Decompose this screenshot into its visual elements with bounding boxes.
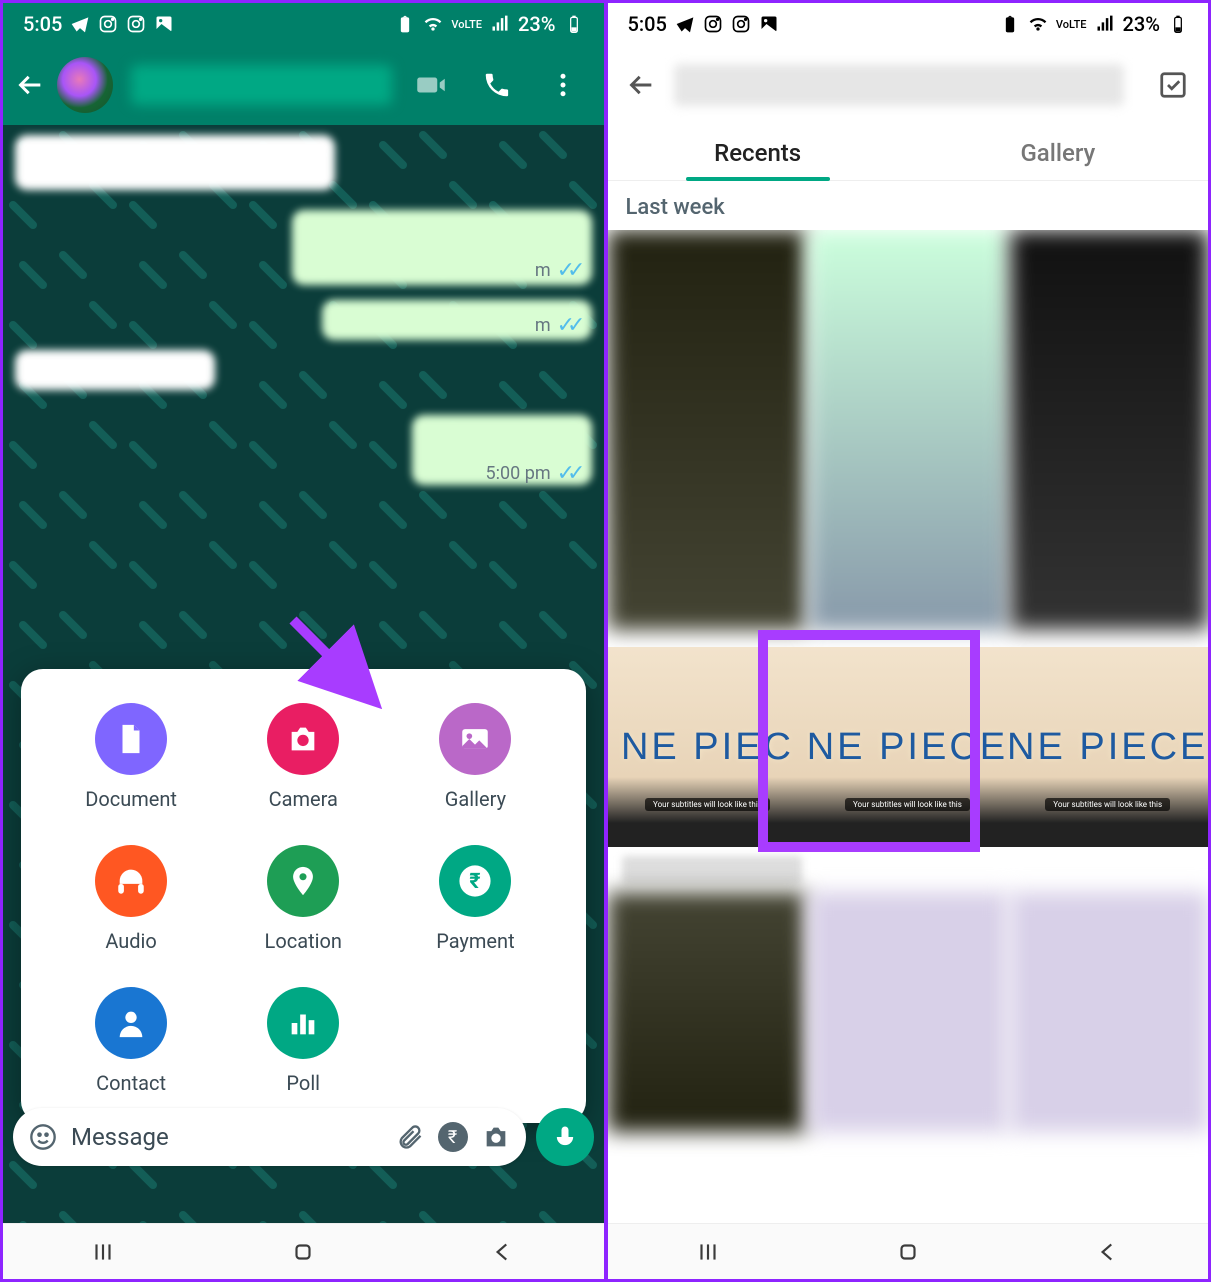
document-icon [114,722,148,756]
gallery-thumb[interactable] [809,892,1007,1132]
location-pin-icon [286,864,320,898]
section-label-last-week: Last week [608,181,1209,230]
volte-label: VoLTE [451,19,482,30]
picker-title-blurred [674,64,1125,106]
attach-camera[interactable]: Camera [217,703,389,811]
gallery-thumb[interactable] [809,230,1007,630]
attachment-sheet: Document Camera Gallery Audio Location [21,669,586,1123]
phone-screenshot-chat: 5:05 VoLTE 23% m✓✓ m✓✓ 5:00 pm✓✓ [0,0,606,1282]
more-icon[interactable] [548,70,578,100]
gallery-grid[interactable]: NE PIEC Your subtitles will look like th… [608,230,1209,1223]
attach-payment[interactable]: ₹ Payment [389,845,561,953]
battery-icon [564,14,584,34]
signal-icon [1095,14,1115,34]
video-call-icon[interactable] [416,70,446,100]
contact-icon [114,1006,148,1040]
picker-tabs: Recents Gallery [608,125,1209,181]
image-icon [154,14,174,34]
battery-icon [1168,14,1188,34]
tab-recents[interactable]: Recents [608,125,908,180]
status-time: 5:05 [628,12,667,36]
message-meta: 5:00 pm✓✓ [486,461,578,486]
message-meta: m✓✓ [535,258,578,283]
image-icon [759,14,779,34]
emoji-icon[interactable] [29,1123,57,1151]
nav-back-icon[interactable] [1095,1239,1121,1265]
instagram-icon [98,14,118,34]
back-icon[interactable] [628,71,656,99]
attach-poll[interactable]: Poll [217,987,389,1095]
rupee-icon[interactable]: ₹ [438,1122,468,1152]
message-placeholder: Message [71,1123,382,1151]
attach-document[interactable]: Document [45,703,217,811]
telegram-icon [675,14,695,34]
tab-gallery[interactable]: Gallery [908,125,1208,180]
section-label-blurred [622,856,802,884]
nav-recents-icon[interactable] [695,1239,721,1265]
phone-screenshot-gallery-picker: 5:05 VoLTE 23% Recents Gallery Last week… [606,0,1211,1282]
message-input-bar: Message ₹ [13,1107,594,1167]
battery-percent: 23% [1123,12,1160,36]
voice-call-icon[interactable] [482,70,512,100]
instagram-icon [731,14,751,34]
status-bar: 5:05 VoLTE 23% [608,3,1209,45]
nav-home-icon[interactable] [290,1239,316,1265]
mic-icon [551,1123,579,1151]
headphones-icon [114,864,148,898]
gallery-thumb[interactable]: NE PIECE Your subtitles will look like t… [1007,647,1208,847]
chat-header[interactable] [3,45,604,125]
gallery-thumb[interactable] [1010,892,1208,1132]
nav-back-icon[interactable] [490,1239,516,1265]
attach-audio[interactable]: Audio [45,845,217,953]
message-input[interactable]: Message ₹ [13,1108,526,1166]
signal-icon [490,14,510,34]
mic-button[interactable] [536,1108,594,1166]
back-icon[interactable] [17,71,45,99]
wifi-icon [1028,14,1048,34]
status-bar: 5:05 VoLTE 23% [3,3,604,45]
camera-icon [286,722,320,756]
battery-saver-icon [1000,14,1020,34]
gallery-thumb[interactable]: NE PIECE Your subtitles will look like t… [807,647,1007,847]
android-nav-bar [3,1223,604,1279]
status-time: 5:05 [23,12,62,36]
picker-header [608,45,1209,125]
battery-saver-icon [395,14,415,34]
camera-icon[interactable] [482,1123,510,1151]
wifi-icon [423,14,443,34]
gallery-thumb[interactable] [608,892,806,1132]
contact-name-blurred[interactable] [131,65,392,105]
message-bubble-in[interactable] [15,350,215,390]
gallery-thumb[interactable] [1010,230,1208,630]
volte-label: VoLTE [1056,19,1087,30]
nav-recents-icon[interactable] [90,1239,116,1265]
rupee-icon: ₹ [458,864,492,898]
nav-home-icon[interactable] [895,1239,921,1265]
multi-select-icon[interactable] [1158,70,1188,100]
gallery-thumb[interactable]: NE PIEC Your subtitles will look like th… [608,647,808,847]
poll-icon [286,1006,320,1040]
gallery-thumb[interactable] [608,230,806,630]
attach-contact[interactable]: Contact [45,987,217,1095]
android-nav-bar [608,1223,1209,1279]
attach-gallery[interactable]: Gallery [389,703,561,811]
contact-avatar[interactable] [57,57,113,113]
gallery-icon [458,722,492,756]
svg-text:₹: ₹ [470,869,481,894]
message-bubble-in[interactable] [15,135,335,190]
telegram-icon [70,14,90,34]
attach-location[interactable]: Location [217,845,389,953]
message-meta: m✓✓ [535,313,578,338]
instagram-icon [126,14,146,34]
battery-percent: 23% [518,12,555,36]
instagram-icon [703,14,723,34]
attach-icon[interactable] [396,1123,424,1151]
chat-body[interactable]: m✓✓ m✓✓ 5:00 pm✓✓ Document Camera Galler… [3,125,604,1223]
